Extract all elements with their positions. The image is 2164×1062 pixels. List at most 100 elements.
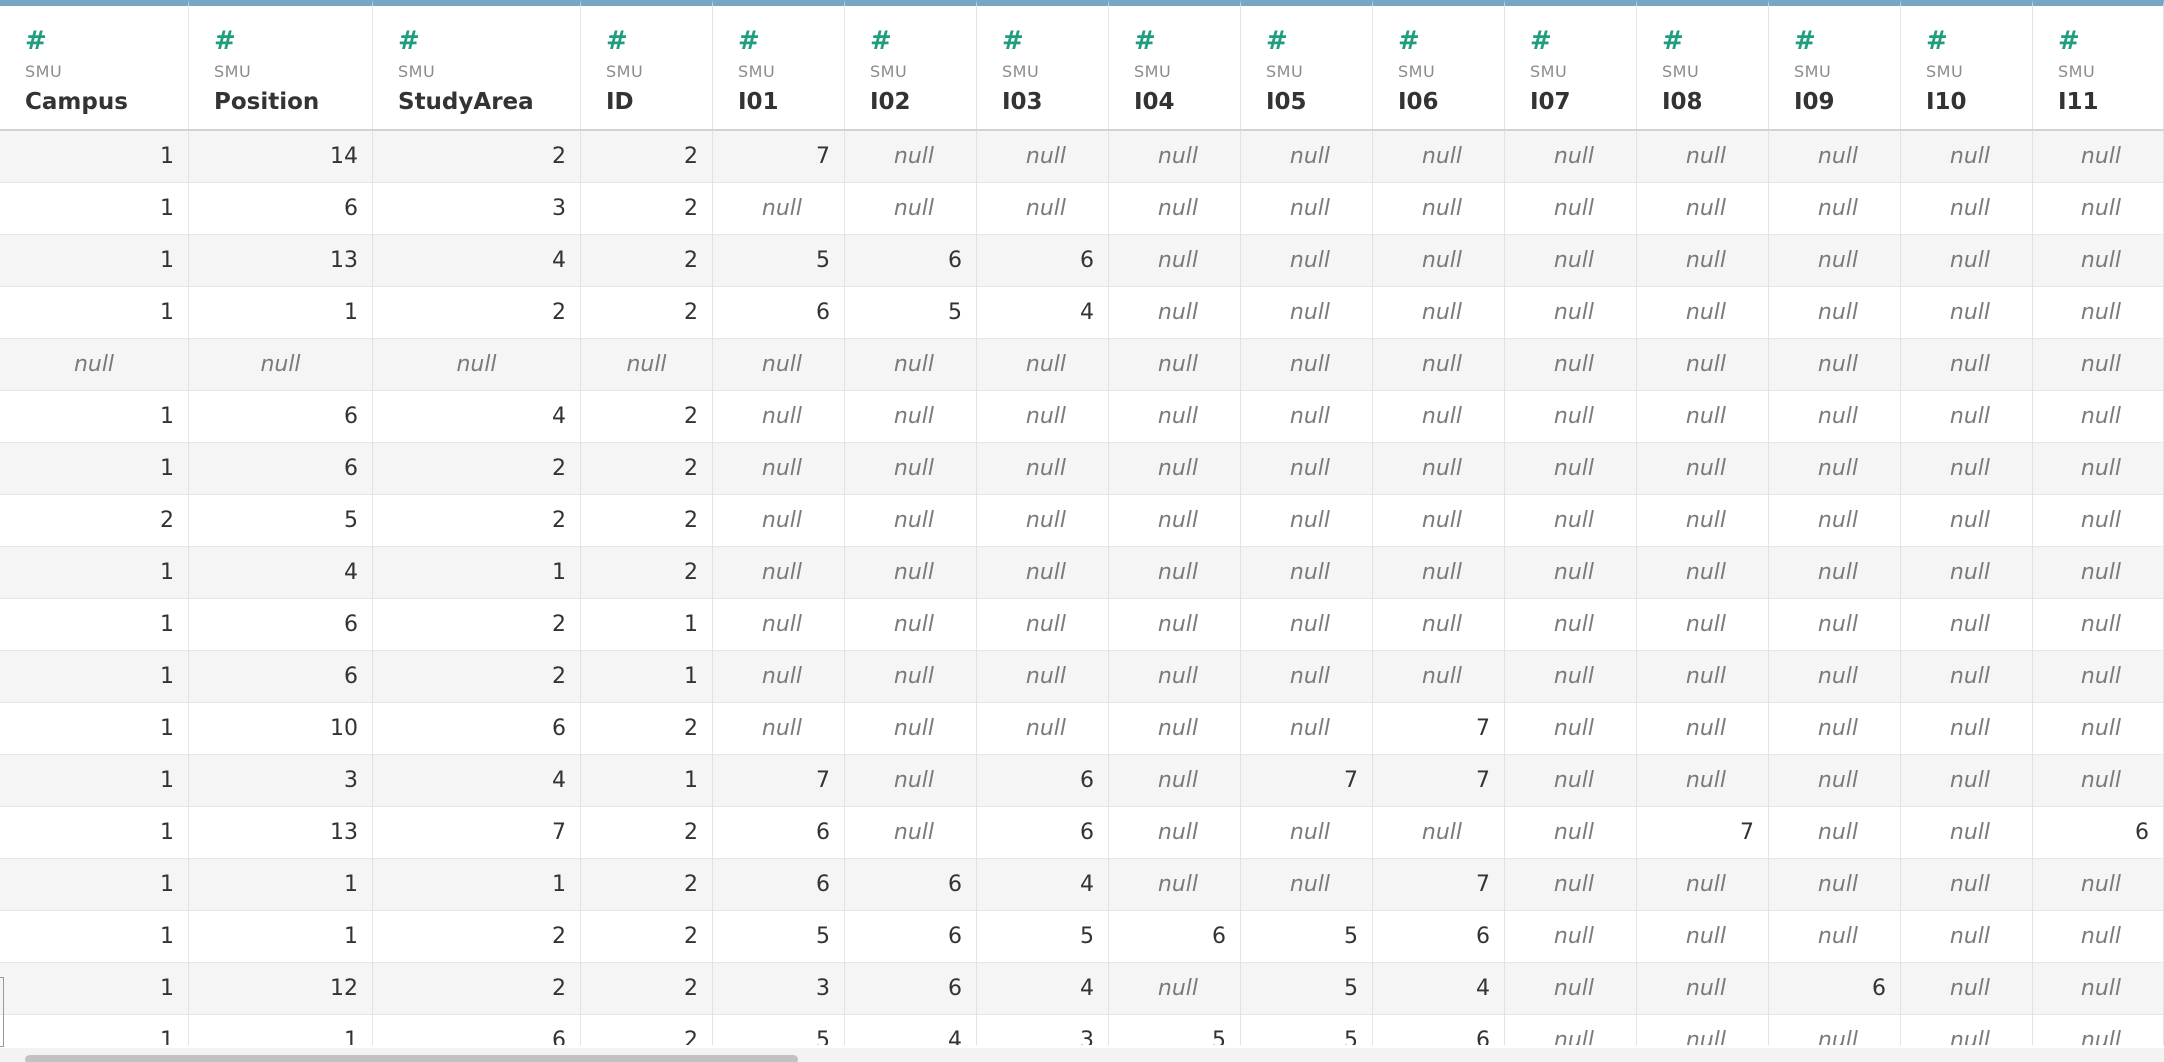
table-cell[interactable]: null	[2033, 495, 2164, 547]
table-cell[interactable]: 2	[581, 807, 713, 859]
table-cell[interactable]: null	[1901, 755, 2033, 807]
table-cell[interactable]: null	[1769, 599, 1901, 651]
table-cell[interactable]: 5	[1241, 911, 1373, 963]
table-cell[interactable]: null	[1637, 183, 1769, 235]
table-cell[interactable]: 1	[373, 859, 581, 911]
table-cell[interactable]: null	[1373, 287, 1505, 339]
table-cell[interactable]: 6	[2033, 807, 2164, 859]
number-type-icon[interactable]: #	[1002, 28, 1024, 54]
table-cell[interactable]: 2	[373, 443, 581, 495]
table-cell[interactable]: null	[1637, 911, 1769, 963]
table-cell[interactable]: null	[1505, 703, 1637, 755]
table-cell[interactable]: null	[1901, 183, 2033, 235]
table-cell[interactable]: null	[1505, 1015, 1637, 1045]
table-cell[interactable]: null	[2033, 755, 2164, 807]
table-cell[interactable]: null	[1637, 443, 1769, 495]
number-type-icon[interactable]: #	[1926, 28, 1948, 54]
table-cell[interactable]: 2	[373, 963, 581, 1015]
table-cell[interactable]: null	[1637, 859, 1769, 911]
table-cell[interactable]: 6	[1769, 963, 1901, 1015]
table-cell[interactable]: null	[845, 599, 977, 651]
table-cell[interactable]: 1	[0, 963, 189, 1015]
table-cell[interactable]: null	[1505, 235, 1637, 287]
table-row[interactable]: 1 1 2 2 6 5 4 null null null null null null null null	[0, 287, 2164, 339]
table-cell[interactable]: null	[1769, 495, 1901, 547]
table-cell[interactable]: null	[1637, 1015, 1769, 1045]
table-cell[interactable]: null	[713, 339, 845, 391]
table-cell[interactable]: null	[713, 547, 845, 599]
table-cell[interactable]: null	[1109, 547, 1241, 599]
table-cell[interactable]: null	[977, 339, 1109, 391]
table-cell[interactable]: null	[2033, 599, 2164, 651]
table-cell[interactable]: null	[1637, 131, 1769, 183]
table-cell[interactable]: 1	[0, 1015, 189, 1045]
table-cell[interactable]: null	[1241, 495, 1373, 547]
table-cell[interactable]: 12	[189, 963, 373, 1015]
table-cell[interactable]: 4	[373, 755, 581, 807]
table-row[interactable]: 1 12 2 2 3 6 4 null 5 4 null null 6 null null	[0, 963, 2164, 1015]
table-cell[interactable]: 2	[581, 495, 713, 547]
table-cell[interactable]: null	[1505, 807, 1637, 859]
table-cell[interactable]: 1	[581, 599, 713, 651]
table-row[interactable]: 1 13 7 2 6 null 6 null null null null 7 null null 6	[0, 807, 2164, 859]
table-row[interactable]: 1 6 2 1 null null null null null null null null null…	[0, 651, 2164, 703]
column-header-position[interactable]: # SMU Position	[189, 0, 373, 129]
table-cell[interactable]: null	[977, 703, 1109, 755]
table-cell[interactable]: null	[1901, 599, 2033, 651]
table-cell[interactable]: null	[1901, 339, 2033, 391]
table-cell[interactable]: null	[1901, 1015, 2033, 1045]
table-cell[interactable]: null	[1241, 235, 1373, 287]
table-cell[interactable]: null	[845, 443, 977, 495]
table-cell[interactable]: 6	[373, 1015, 581, 1045]
table-cell[interactable]: null	[1373, 443, 1505, 495]
column-name-label[interactable]: ID	[606, 89, 634, 115]
table-cell[interactable]: 6	[713, 287, 845, 339]
number-type-icon[interactable]: #	[1662, 28, 1684, 54]
table-cell[interactable]: null	[2033, 391, 2164, 443]
table-cell[interactable]: null	[1241, 183, 1373, 235]
table-cell[interactable]: 6	[977, 235, 1109, 287]
table-cell[interactable]: 7	[1373, 703, 1505, 755]
table-cell[interactable]: null	[713, 599, 845, 651]
column-name-label[interactable]: StudyArea	[398, 89, 534, 115]
table-cell[interactable]: 2	[581, 443, 713, 495]
table-cell[interactable]: 6	[1109, 911, 1241, 963]
table-cell[interactable]: null	[1637, 599, 1769, 651]
table-cell[interactable]: null	[977, 547, 1109, 599]
table-cell[interactable]: 6	[845, 963, 977, 1015]
table-cell[interactable]: null	[845, 547, 977, 599]
table-cell[interactable]: null	[1505, 339, 1637, 391]
table-cell[interactable]: 6	[845, 859, 977, 911]
table-cell[interactable]: 1	[0, 859, 189, 911]
table-cell[interactable]: null	[1637, 651, 1769, 703]
table-cell[interactable]: 4	[189, 547, 373, 599]
column-name-label[interactable]: I09	[1794, 89, 1835, 115]
table-cell[interactable]: 4	[977, 287, 1109, 339]
table-cell[interactable]: 2	[373, 131, 581, 183]
table-cell[interactable]: null	[1241, 703, 1373, 755]
table-cell[interactable]: 1	[0, 703, 189, 755]
table-cell[interactable]: null	[2033, 963, 2164, 1015]
table-cell[interactable]: null	[1901, 703, 2033, 755]
table-cell[interactable]: null	[2033, 235, 2164, 287]
table-cell[interactable]: 1	[0, 235, 189, 287]
table-cell[interactable]: 6	[845, 235, 977, 287]
table-cell[interactable]: null	[0, 339, 189, 391]
table-cell[interactable]: null	[1901, 963, 2033, 1015]
table-cell[interactable]: 5	[1241, 1015, 1373, 1045]
number-type-icon[interactable]: #	[1266, 28, 1288, 54]
table-cell[interactable]: null	[1109, 443, 1241, 495]
table-cell[interactable]: null	[1373, 599, 1505, 651]
column-name-label[interactable]: I08	[1662, 89, 1703, 115]
table-cell[interactable]: null	[1769, 547, 1901, 599]
table-cell[interactable]: null	[1769, 287, 1901, 339]
table-cell[interactable]: null	[1637, 287, 1769, 339]
table-cell[interactable]: null	[1637, 339, 1769, 391]
table-cell[interactable]: null	[2033, 287, 2164, 339]
table-cell[interactable]: null	[1637, 547, 1769, 599]
table-cell[interactable]: null	[1241, 807, 1373, 859]
table-cell[interactable]: null	[1901, 547, 2033, 599]
table-cell[interactable]: 1	[0, 183, 189, 235]
table-cell[interactable]: null	[1901, 495, 2033, 547]
table-cell[interactable]: null	[1769, 651, 1901, 703]
